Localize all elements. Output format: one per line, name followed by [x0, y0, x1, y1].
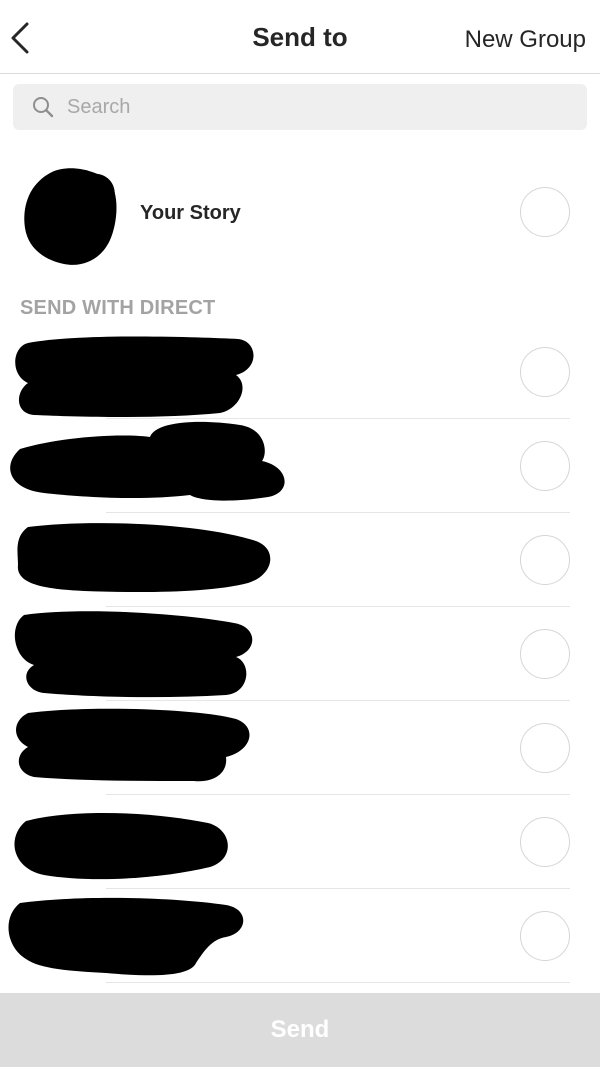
- chevron-left-icon: [11, 22, 29, 54]
- contact-row[interactable]: [0, 325, 600, 419]
- search-bar[interactable]: [13, 84, 587, 130]
- send-label: Send: [270, 1016, 330, 1043]
- contact-row[interactable]: [0, 419, 600, 513]
- select-radio[interactable]: [520, 347, 570, 397]
- redacted-name: [8, 897, 244, 976]
- select-radio[interactable]: [520, 817, 570, 867]
- select-radio[interactable]: [520, 441, 570, 491]
- redacted-name: [17, 523, 271, 593]
- select-radio[interactable]: [520, 535, 570, 585]
- contact-row[interactable]: [0, 795, 600, 889]
- search-input[interactable]: [67, 87, 547, 127]
- contact-row[interactable]: [0, 513, 600, 607]
- select-radio[interactable]: [520, 629, 570, 679]
- contact-row[interactable]: [0, 889, 600, 983]
- redacted-name: [15, 336, 254, 417]
- section-header: SEND WITH DIRECT: [20, 297, 216, 319]
- select-radio[interactable]: [520, 723, 570, 773]
- redacted-name: [10, 421, 285, 501]
- select-radio[interactable]: [520, 187, 570, 237]
- send-button[interactable]: Send: [0, 993, 600, 1067]
- search-icon: [31, 94, 57, 120]
- back-button[interactable]: [4, 18, 36, 58]
- contact-row[interactable]: [0, 607, 600, 701]
- your-story-label: Your Story: [140, 202, 241, 224]
- your-story-row[interactable]: Your Story: [0, 158, 600, 268]
- redacted-name: [14, 611, 253, 698]
- new-group-button[interactable]: New Group: [465, 26, 586, 54]
- top-bar: Send to New Group: [0, 0, 600, 74]
- redacted-name: [14, 812, 228, 880]
- row-divider: [106, 982, 570, 983]
- avatar: [24, 168, 117, 265]
- select-radio[interactable]: [520, 911, 570, 961]
- contact-row[interactable]: [0, 701, 600, 795]
- redacted-name: [16, 708, 250, 782]
